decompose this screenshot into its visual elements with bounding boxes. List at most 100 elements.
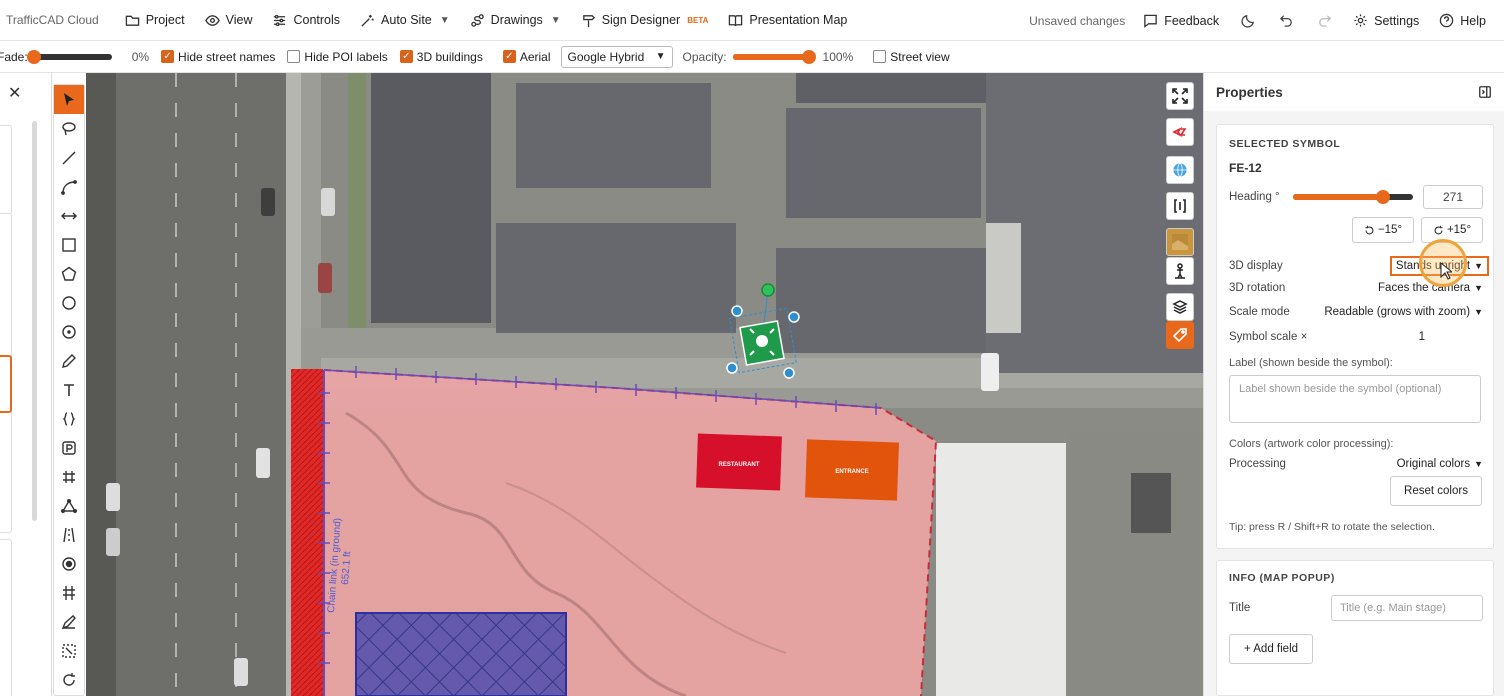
left-panel-selected-item[interactable] bbox=[0, 355, 12, 413]
info-title-input[interactable]: Title (e.g. Main stage) bbox=[1331, 595, 1483, 621]
checkbox-checked-icon[interactable]: ✓ bbox=[399, 50, 413, 63]
label-textarea[interactable]: Label shown beside the symbol (optional) bbox=[1229, 375, 1481, 423]
resize-handle[interactable] bbox=[726, 362, 738, 374]
processing-select[interactable]: Original colors ▼ bbox=[1397, 458, 1483, 470]
refresh-tool[interactable] bbox=[54, 665, 84, 694]
street-view-pegman-button[interactable] bbox=[1166, 257, 1194, 285]
left-panel-scrollbar[interactable] bbox=[32, 121, 37, 521]
rotate-plus-15-button[interactable]: +15° bbox=[1421, 217, 1483, 243]
opacity-slider[interactable] bbox=[732, 49, 816, 64]
fullscreen-button[interactable] bbox=[1166, 82, 1194, 110]
menu-project-label: Project bbox=[145, 13, 185, 27]
menu-project[interactable]: Project bbox=[115, 0, 195, 40]
aerial-checkbox[interactable]: ✓ Aerial bbox=[502, 49, 551, 64]
pencil-tool[interactable] bbox=[54, 346, 84, 375]
location-tag-button[interactable] bbox=[1166, 321, 1194, 349]
north-arrow-button[interactable] bbox=[1166, 118, 1194, 146]
gear-icon bbox=[1354, 14, 1367, 27]
close-icon[interactable]: ✕ bbox=[8, 83, 21, 103]
lasso-tool[interactable] bbox=[54, 114, 84, 143]
checkbox-unchecked-icon[interactable] bbox=[287, 50, 301, 63]
rotate-plus-label: +15° bbox=[1446, 224, 1472, 236]
help-button[interactable]: Help bbox=[1429, 0, 1504, 41]
pentagon-icon bbox=[61, 266, 77, 281]
redo-button[interactable] bbox=[1305, 0, 1343, 41]
circle-tool[interactable] bbox=[54, 288, 84, 317]
hide-poi-labels-checkbox[interactable]: Hide POI labels bbox=[287, 50, 388, 64]
grid-tool[interactable] bbox=[54, 462, 84, 491]
selected-symbol-title: SELECTED SYMBOL bbox=[1229, 138, 1341, 150]
heading-input[interactable]: 271 bbox=[1423, 185, 1483, 209]
bracket-toggle-button[interactable] bbox=[1166, 192, 1194, 220]
line-tool[interactable] bbox=[54, 143, 84, 172]
3d-display-label: 3D display bbox=[1229, 260, 1283, 272]
rectangle-tool[interactable] bbox=[54, 230, 84, 259]
menu-auto-site[interactable]: Auto Site ▼ bbox=[350, 0, 460, 40]
add-field-button[interactable]: + Add field bbox=[1229, 634, 1313, 664]
checkbox-unchecked-icon[interactable] bbox=[873, 50, 887, 63]
resize-handle[interactable] bbox=[731, 305, 743, 317]
scale-mode-select[interactable]: Readable (grows with zoom) ▼ bbox=[1324, 306, 1483, 318]
3d-buildings-checkbox[interactable]: ✓ 3D buildings bbox=[399, 50, 483, 64]
text-tool[interactable] bbox=[54, 375, 84, 404]
road-tool[interactable] bbox=[54, 520, 84, 549]
layers-button[interactable] bbox=[1166, 293, 1194, 321]
checkbox-checked-icon[interactable]: ✓ bbox=[161, 50, 175, 63]
fence-length-label: 652.1 ft bbox=[340, 551, 353, 585]
brackets-icon bbox=[1174, 199, 1186, 213]
menu-sign-designer[interactable]: Sign Designer BETA bbox=[571, 0, 719, 40]
left-panel-card bbox=[0, 539, 12, 696]
resize-handle[interactable] bbox=[783, 367, 795, 379]
dark-mode-button[interactable] bbox=[1229, 0, 1267, 41]
fade-slider[interactable] bbox=[26, 49, 112, 64]
basemap-thumbnail-button[interactable] bbox=[1166, 228, 1194, 256]
scale-mode-value: Readable (grows with zoom) bbox=[1324, 306, 1471, 318]
settings-button[interactable]: Settings bbox=[1343, 0, 1429, 41]
aerial-label: Aerial bbox=[519, 49, 551, 64]
reset-colors-button[interactable]: Reset colors bbox=[1390, 476, 1482, 506]
street-view-checkbox[interactable]: Street view bbox=[873, 50, 950, 64]
map-canvas[interactable]: Chain link (in ground) 652.1 ft RESTAURA… bbox=[86, 73, 1203, 696]
globe-button[interactable] bbox=[1166, 156, 1194, 184]
collapse-panel-icon[interactable] bbox=[1478, 85, 1492, 99]
rotate-minus-15-button[interactable]: −15° bbox=[1352, 217, 1414, 243]
undo-button[interactable] bbox=[1267, 0, 1305, 41]
fade-slider-thumb[interactable] bbox=[26, 49, 41, 64]
basemap-select[interactable]: Google Hybrid ▼ bbox=[560, 45, 673, 68]
variable-tool[interactable] bbox=[54, 404, 84, 433]
crosswalk-tool[interactable] bbox=[54, 578, 84, 607]
selected-symbol-card: SELECTED SYMBOL FE-12 Heading ° 271 −15°… bbox=[1216, 124, 1494, 549]
menu-presentation-map[interactable]: Presentation Map bbox=[718, 0, 857, 40]
info-map-popup-title: INFO (MAP POPUP) bbox=[1229, 572, 1335, 584]
menu-view[interactable]: View bbox=[195, 0, 263, 40]
save-status: Unsaved changes bbox=[1029, 13, 1126, 28]
info-title-label: Title bbox=[1229, 602, 1251, 614]
radius-tool[interactable] bbox=[54, 317, 84, 346]
parking-tool[interactable] bbox=[54, 433, 84, 462]
resize-handle[interactable] bbox=[788, 311, 800, 323]
properties-panel: Properties SELECTED SYMBOL FE-12 Heading… bbox=[1203, 73, 1504, 696]
menu-view-label: View bbox=[225, 13, 253, 27]
select-tool[interactable] bbox=[54, 85, 84, 114]
rotate-handle[interactable] bbox=[761, 283, 775, 297]
menu-drawings[interactable]: Drawings ▼ bbox=[460, 0, 571, 40]
target-tool[interactable] bbox=[54, 549, 84, 578]
fence-segment[interactable] bbox=[291, 369, 323, 696]
area-select-tool[interactable] bbox=[54, 636, 84, 665]
hide-street-names-checkbox[interactable]: ✓ Hide street names bbox=[161, 50, 275, 64]
colors-label: Colors (artwork color processing): bbox=[1229, 438, 1394, 450]
dimension-tool[interactable] bbox=[54, 201, 84, 230]
symbol-scale-input[interactable]: 1 bbox=[1419, 331, 1425, 343]
processing-label: Processing bbox=[1229, 458, 1286, 470]
node-tool[interactable] bbox=[54, 491, 84, 520]
menu-controls[interactable]: Controls bbox=[262, 0, 350, 40]
feedback-button[interactable]: Feedback bbox=[1133, 0, 1229, 41]
polygon-tool[interactable] bbox=[54, 259, 84, 288]
heading-slider-thumb[interactable] bbox=[1376, 190, 1391, 204]
heading-slider[interactable] bbox=[1293, 190, 1413, 204]
curve-tool[interactable] bbox=[54, 172, 84, 201]
opacity-slider-thumb[interactable] bbox=[801, 49, 816, 64]
double-arrow-icon bbox=[61, 212, 77, 219]
checkbox-checked-icon[interactable]: ✓ bbox=[502, 50, 516, 63]
pen-tool[interactable] bbox=[54, 607, 84, 636]
